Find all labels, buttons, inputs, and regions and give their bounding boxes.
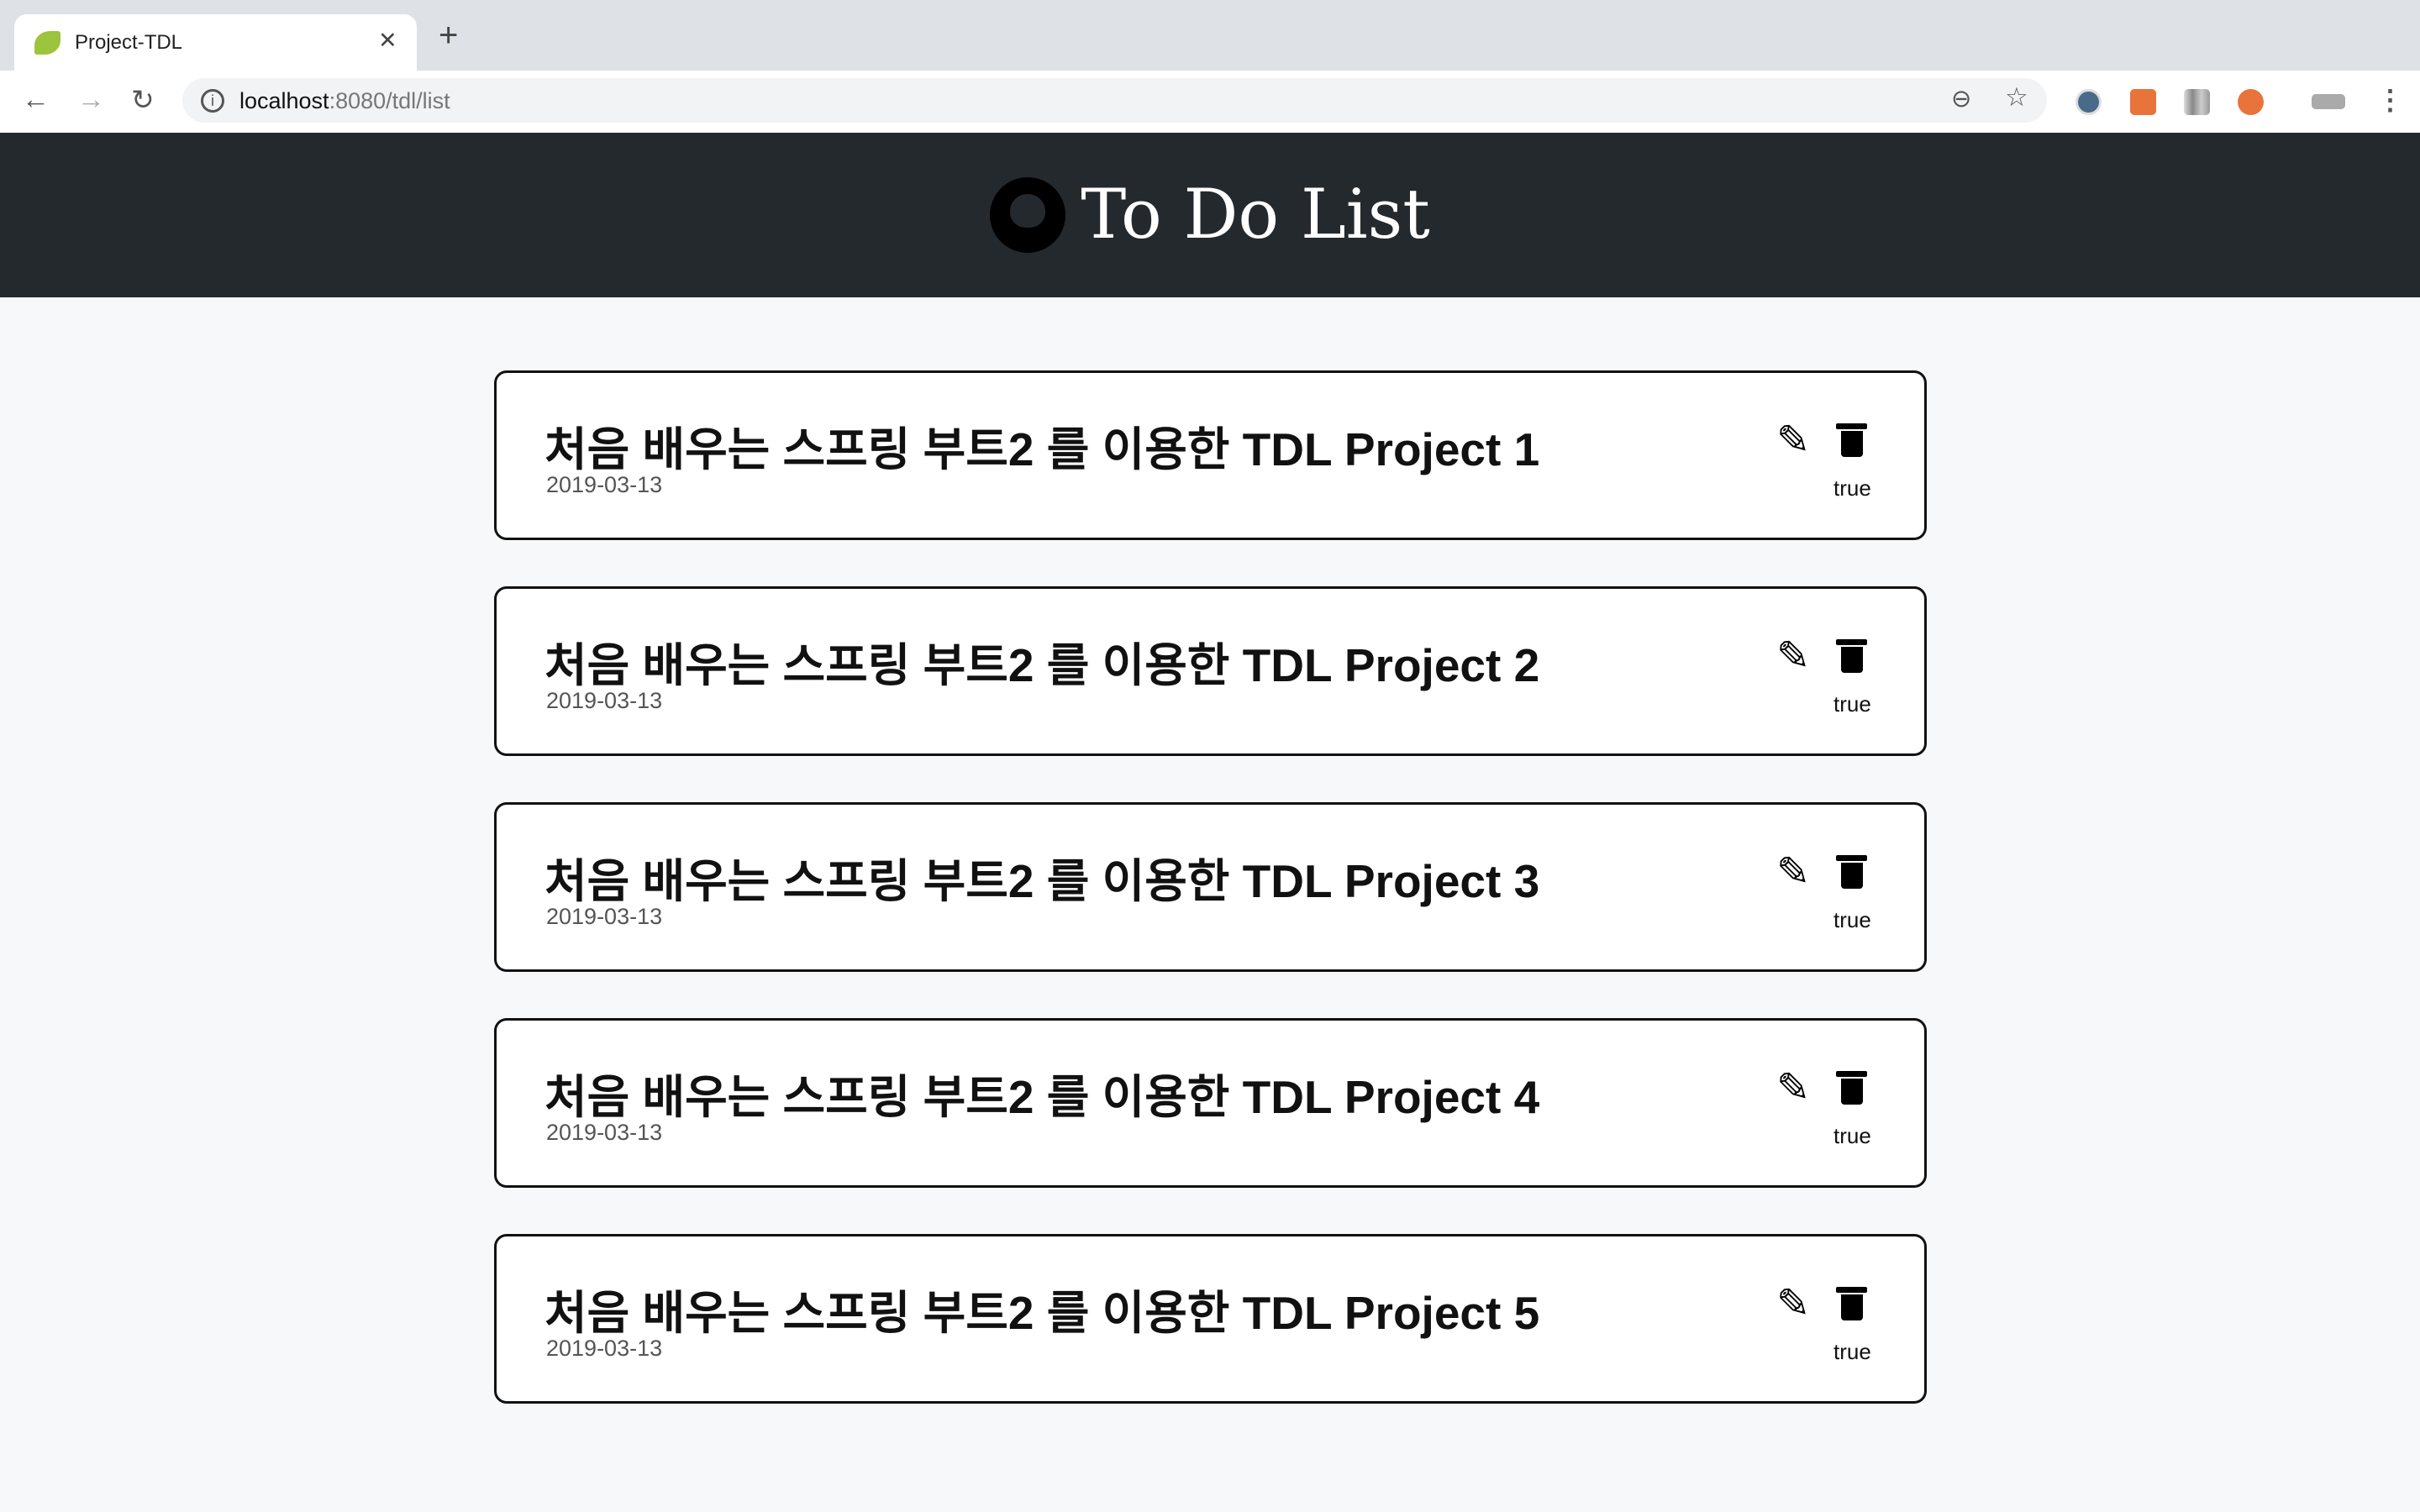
github-logo-icon — [990, 177, 1066, 253]
todo-status: true — [1833, 1339, 1871, 1364]
todo-card[interactable]: 처음 배우는 스프링 부트2 를 이용한 TDL Project 1 2019-… — [494, 370, 1927, 540]
todo-date: 2019-03-13 — [546, 688, 663, 713]
extension-ex-icon[interactable] — [2130, 89, 2156, 115]
info-icon[interactable]: i — [201, 89, 224, 113]
todo-date: 2019-03-13 — [546, 1336, 663, 1361]
extension-laptop-icon[interactable] — [2312, 94, 2345, 109]
delete-trash-icon[interactable] — [1836, 1071, 1867, 1105]
page-header: To Do List — [0, 133, 2420, 297]
close-tab-icon[interactable]: ✕ — [378, 28, 397, 54]
url-text[interactable]: localhost:8080/tdl/list — [239, 88, 450, 114]
todo-card[interactable]: 처음 배우는 스프링 부트2 를 이용한 TDL Project 3 2019-… — [494, 802, 1927, 972]
extension-globe-icon[interactable] — [2075, 89, 2102, 115]
bookmark-star-icon[interactable]: ☆ — [2005, 82, 2028, 113]
reload-icon[interactable]: ↻ — [131, 83, 155, 116]
todo-title[interactable]: 처음 배우는 스프링 부트2 를 이용한 TDL Project 5 — [544, 1275, 1539, 1342]
url-host: localhost — [239, 88, 329, 113]
page-title: To Do List — [1081, 176, 1430, 255]
menu-icon[interactable]: ⋮ — [2376, 83, 2404, 116]
url-path: :8080/tdl/list — [329, 88, 450, 113]
browser-toolbar: ← → ↻ i localhost:8080/tdl/list ⊖ ☆ ⋮ — [0, 71, 2420, 133]
extension-barcode-icon[interactable] — [2184, 89, 2210, 115]
todo-card[interactable]: 처음 배우는 스프링 부트2 를 이용한 TDL Project 5 2019-… — [494, 1234, 1927, 1404]
extension-orange-icon[interactable] — [2238, 89, 2264, 115]
spring-leaf-icon — [34, 31, 60, 55]
tab-bar: Project-TDL ✕ + — [0, 0, 2420, 71]
brand[interactable]: To Do List — [0, 175, 2420, 255]
delete-trash-icon[interactable] — [1836, 639, 1867, 673]
todo-status: true — [1833, 475, 1871, 501]
delete-trash-icon[interactable] — [1836, 423, 1867, 457]
todo-date: 2019-03-13 — [546, 472, 663, 497]
todo-title[interactable]: 처음 배우는 스프링 부트2 를 이용한 TDL Project 2 — [544, 627, 1539, 695]
delete-trash-icon[interactable] — [1836, 855, 1867, 889]
edit-pencil-icon[interactable]: ✎ — [1776, 1064, 1810, 1111]
edit-pencil-icon[interactable]: ✎ — [1776, 848, 1810, 895]
todo-status: true — [1833, 907, 1871, 932]
delete-trash-icon[interactable] — [1836, 1287, 1867, 1320]
zoom-icon[interactable]: ⊖ — [1951, 84, 1971, 113]
edit-pencil-icon[interactable]: ✎ — [1776, 633, 1810, 680]
edit-pencil-icon[interactable]: ✎ — [1776, 1280, 1810, 1327]
todo-card[interactable]: 처음 배우는 스프링 부트2 를 이용한 TDL Project 4 2019-… — [494, 1018, 1927, 1188]
todo-status: true — [1833, 691, 1871, 717]
browser-tab[interactable]: Project-TDL ✕ — [14, 14, 417, 71]
forward-icon[interactable]: → — [77, 83, 105, 115]
todo-date: 2019-03-13 — [546, 1120, 663, 1145]
tab-title: Project-TDL — [75, 31, 183, 54]
todo-title[interactable]: 처음 배우는 스프링 부트2 를 이용한 TDL Project 4 — [544, 1059, 1539, 1126]
new-tab-button[interactable]: + — [439, 18, 458, 52]
todo-title[interactable]: 처음 배우는 스프링 부트2 를 이용한 TDL Project 3 — [544, 843, 1539, 911]
todo-status: true — [1833, 1123, 1871, 1148]
todo-title[interactable]: 처음 배우는 스프링 부트2 를 이용한 TDL Project 1 — [544, 412, 1539, 479]
todo-date: 2019-03-13 — [546, 904, 663, 929]
back-icon[interactable]: ← — [22, 83, 50, 115]
todo-card[interactable]: 처음 배우는 스프링 부트2 를 이용한 TDL Project 2 2019-… — [494, 586, 1927, 756]
address-bar[interactable]: i localhost:8080/tdl/list ⊖ ☆ — [182, 78, 2047, 123]
edit-pencil-icon[interactable]: ✎ — [1776, 417, 1810, 464]
